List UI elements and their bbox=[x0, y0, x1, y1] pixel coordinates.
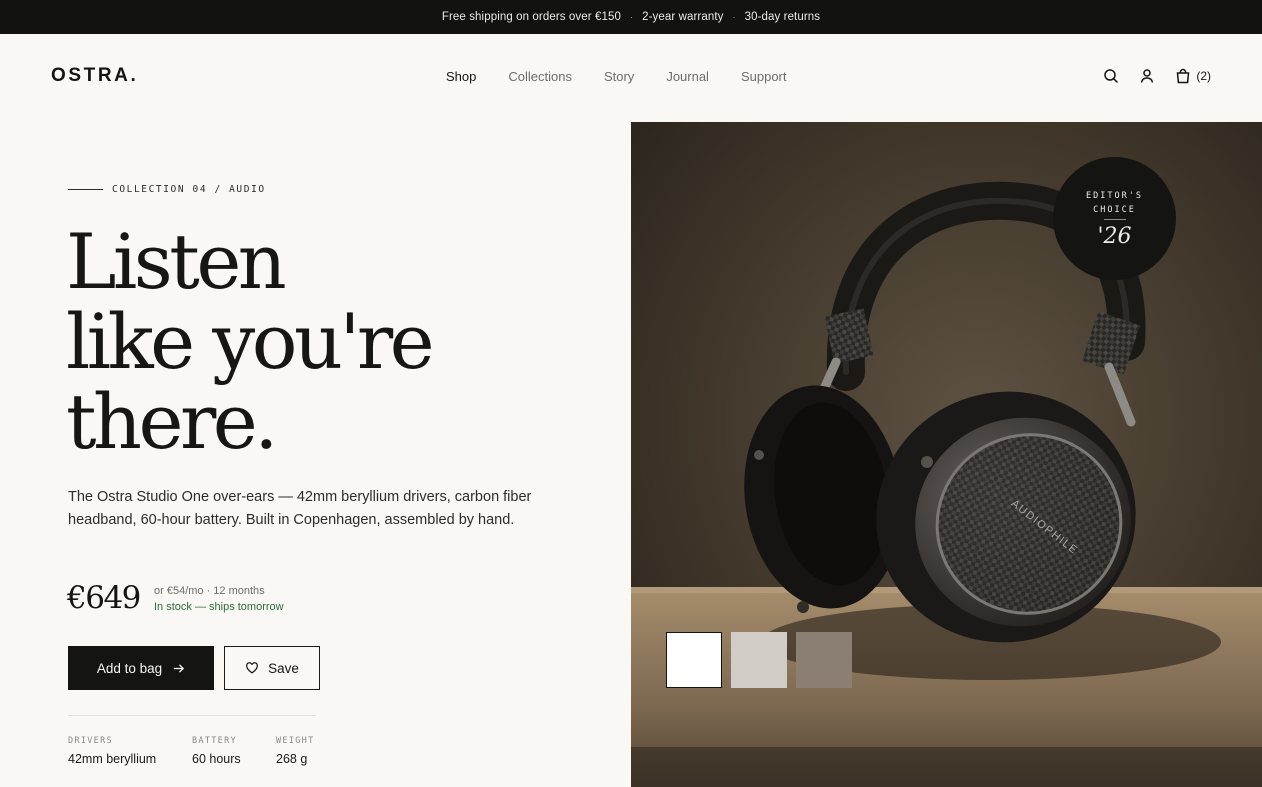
nav-shop[interactable]: Shop bbox=[446, 69, 476, 84]
badge-divider bbox=[1103, 218, 1126, 220]
spec-weight: WEIGHT 268 g bbox=[276, 736, 315, 766]
add-to-bag-label: Add to bag bbox=[96, 660, 163, 676]
badge-line-2: CHOICE bbox=[1093, 204, 1136, 215]
headline-line-1: Listen bbox=[66, 217, 287, 306]
spec-label: WEIGHT bbox=[276, 736, 315, 746]
eyebrow: COLLECTION 04 / AUDIO bbox=[68, 184, 266, 195]
add-to-bag-button[interactable]: Add to bag bbox=[68, 646, 214, 690]
spec-battery: BATTERY 60 hours bbox=[192, 736, 241, 766]
announcement-returns: 30-day returns bbox=[744, 11, 821, 23]
badge-year: '26 bbox=[1097, 223, 1132, 249]
save-label: Save bbox=[268, 660, 299, 676]
price-meta: or €54/mo · 12 months In stock — ships t… bbox=[154, 585, 284, 613]
product-image: AUDIOPHILE EDITOR'S CHOICE '26 bbox=[631, 122, 1262, 787]
badge-line-1: EDITOR'S bbox=[1086, 190, 1143, 201]
editors-choice-badge: EDITOR'S CHOICE '26 bbox=[1053, 157, 1176, 280]
headline-line-2: like you're bbox=[66, 297, 435, 386]
header-tools: (2) bbox=[1083, 68, 1211, 84]
swatch-taupe[interactable] bbox=[796, 632, 852, 688]
monthly-price: or €54/mo · 12 months bbox=[154, 585, 265, 597]
color-swatches bbox=[666, 632, 861, 688]
cart-count: (2) bbox=[1196, 69, 1211, 83]
spec-drivers: DRIVERS 42mm beryllium bbox=[68, 736, 156, 766]
account-icon bbox=[1141, 69, 1154, 83]
specs-divider bbox=[68, 715, 316, 716]
spec-value: 60 hours bbox=[192, 752, 241, 766]
eyebrow-text: COLLECTION 04 / AUDIO bbox=[112, 184, 266, 195]
account-button[interactable] bbox=[1139, 68, 1155, 84]
search-icon bbox=[1104, 69, 1119, 84]
nav-journal[interactable]: Journal bbox=[666, 69, 709, 84]
heart-icon bbox=[246, 662, 258, 674]
nav-story[interactable]: Story bbox=[604, 69, 634, 84]
headline-line-3: there. bbox=[66, 377, 278, 466]
headline: Listen like you're there. bbox=[66, 222, 586, 462]
swatch-sand[interactable] bbox=[731, 632, 787, 688]
nav-support[interactable]: Support bbox=[741, 69, 787, 84]
spec-value: 42mm beryllium bbox=[68, 752, 157, 766]
logo[interactable]: OSTRA. bbox=[51, 65, 138, 87]
spec-label: BATTERY bbox=[192, 736, 237, 746]
announcement-separator: · bbox=[629, 12, 634, 22]
main-nav: Shop Collections Story Journal Support bbox=[446, 69, 819, 84]
announcement-bar: Free shipping on orders over €150 · 2-ye… bbox=[0, 0, 1262, 34]
stock-status: In stock — ships tomorrow bbox=[154, 601, 284, 613]
eyebrow-rule bbox=[68, 189, 103, 190]
price: €649 bbox=[67, 580, 141, 616]
save-button[interactable]: Save bbox=[224, 646, 320, 690]
spec-value: 268 g bbox=[276, 752, 308, 766]
swatch-white[interactable] bbox=[666, 632, 722, 688]
announcement-warranty: 2-year warranty bbox=[642, 11, 724, 23]
arrow-right-icon bbox=[174, 663, 185, 673]
product-description: The Ostra Studio One over-ears — 42mm be… bbox=[68, 489, 532, 528]
spec-label: DRIVERS bbox=[68, 736, 113, 746]
announcement-separator: · bbox=[732, 12, 736, 22]
nav-collections[interactable]: Collections bbox=[508, 69, 572, 84]
bag-icon bbox=[1177, 68, 1190, 84]
announcement-shipping: Free shipping on orders over €150 bbox=[441, 11, 621, 23]
search-button[interactable] bbox=[1103, 68, 1119, 84]
site-header: OSTRA. Shop Collections Story Journal Su… bbox=[0, 34, 1262, 122]
cart-button[interactable]: (2) bbox=[1175, 68, 1211, 84]
